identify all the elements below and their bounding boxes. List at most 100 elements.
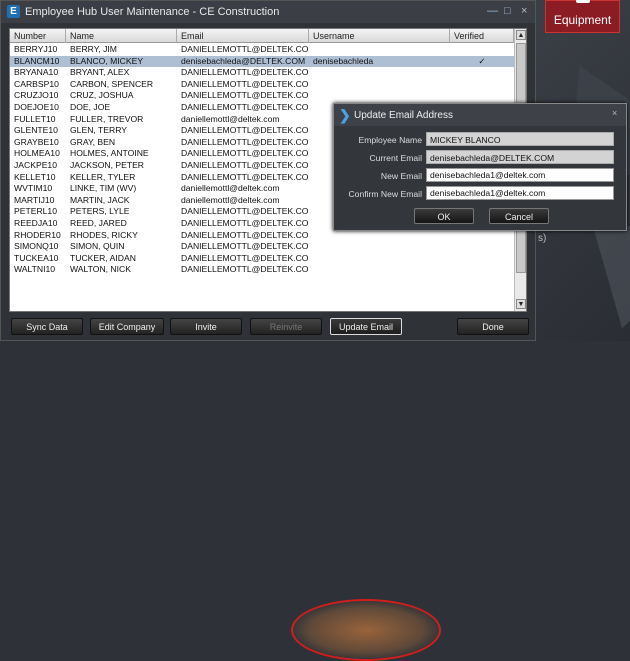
dialog-title-bar[interactable]: ❯ Update Email Address ×: [334, 104, 626, 126]
cell-verified: ✓: [478, 55, 486, 66]
maximize-icon[interactable]: □: [504, 5, 511, 17]
update-email-button[interactable]: Update Email: [330, 318, 402, 335]
cell-number: KELLET10: [14, 171, 56, 182]
cell-email: DANIELLEMOTTL@DELTEK.COM: [181, 229, 309, 240]
cell-number: WVTIM10: [14, 183, 53, 194]
employee-name-row: Employee Name MICKEY BLANCO: [334, 132, 626, 148]
table-row[interactable]: CARBSP10 CARBON, SPENCER DANIELLEMOTTL@DEL…: [10, 79, 514, 91]
cell-name: GLEN, TERRY: [70, 125, 127, 136]
table-row[interactable]: BRYANA10 BRYANT, ALEX DANIELLEMOTTL@DELTEK…: [10, 67, 514, 79]
scroll-down-icon[interactable]: ▼: [516, 299, 526, 309]
new-email-row: New Email: [334, 168, 626, 184]
cell-number: WALTNI10: [14, 264, 56, 275]
cell-name: RHODES, RICKY: [70, 229, 138, 240]
cell-email: DANIELLEMOTTL@DELTEK.COM: [181, 252, 309, 263]
scroll-up-icon[interactable]: ▲: [516, 30, 526, 40]
current-email-label: Current Email: [369, 153, 422, 163]
edit-company-button[interactable]: Edit Company: [90, 318, 164, 335]
background-text-fragment: s): [538, 233, 547, 244]
dialog-title: Update Email Address: [354, 110, 453, 121]
cell-name: KELLER, TYLER: [70, 171, 136, 182]
cell-number: JACKPE10: [14, 159, 57, 170]
cell-number: BERRYJ10: [14, 44, 58, 54]
cell-email: DANIELLEMOTTL@DELTEK.COM: [181, 148, 309, 159]
cell-name: JACKSON, PETER: [70, 159, 145, 170]
table-row[interactable]: WALTNI10 WALTON, NICK DANIELLEMOTTL@DELTEK…: [10, 264, 514, 276]
new-email-label: New Email: [380, 171, 422, 181]
current-email-row: Current Email denisebachleda@DELTEK.COM: [334, 150, 626, 166]
close-icon[interactable]: ×: [521, 5, 527, 17]
cell-username: denisebachleda: [313, 55, 374, 66]
cell-number: TUCKEA10: [14, 252, 59, 263]
column-header-username[interactable]: Username: [309, 29, 450, 43]
invite-button[interactable]: Invite: [170, 318, 242, 335]
cell-email: DANIELLEMOTTL@DELTEK.COM: [181, 159, 309, 170]
column-header-number[interactable]: Number: [10, 29, 66, 43]
cell-email: denisebachleda@DELTEK.COM: [181, 55, 306, 66]
current-email-field: denisebachleda@DELTEK.COM: [426, 150, 614, 164]
cell-email: DANIELLEMOTTL@DELTEK.COM: [181, 125, 309, 136]
cell-email: DANIELLEMOTTL@DELTEK.COM: [181, 44, 309, 54]
highlight-annotation: [291, 599, 441, 661]
cell-name: DOE, JOE: [70, 101, 111, 112]
cell-name: SIMON, QUIN: [70, 241, 125, 252]
cell-name: FULLER, TREVOR: [70, 113, 144, 124]
equipment-tile[interactable]: Equipment: [545, 0, 620, 33]
confirm-email-field[interactable]: [426, 186, 614, 200]
button-bar: Sync Data Edit Company Invite Reinvite U…: [1, 315, 535, 661]
table-row[interactable]: RHODER10 RHODES, RICKY DANIELLEMOTTL@DELTE…: [10, 230, 514, 242]
cell-number: SIMONQ10: [14, 241, 59, 252]
cell-number: GRAYBE10: [14, 136, 59, 147]
sync-data-button[interactable]: Sync Data: [11, 318, 83, 335]
cell-name: BLANCO, MICKEY: [70, 55, 144, 66]
cell-email: DANIELLEMOTTL@DELTEK.COM: [181, 136, 309, 147]
cell-email: DANIELLEMOTTL@DELTEK.COM: [181, 206, 309, 217]
ok-button[interactable]: OK: [414, 208, 474, 224]
dialog-close-icon[interactable]: ×: [612, 108, 617, 118]
cell-number: RHODER10: [14, 229, 61, 240]
cell-number: REEDJA10: [14, 217, 58, 228]
cell-number: DOEJOE10: [14, 101, 59, 112]
employee-name-label: Employee Name: [358, 135, 422, 145]
cell-number: HOLMEA10: [14, 148, 60, 159]
cell-number: BLANCM10: [14, 55, 60, 66]
cell-name: REED, JARED: [70, 217, 127, 228]
equipment-tile-label: Equipment: [553, 13, 612, 27]
table-row[interactable]: BERRYJ10 BERRY, JIM DANIELLEMOTTL@DELTEK.C…: [10, 44, 514, 56]
cell-number: BRYANA10: [14, 67, 59, 78]
cell-number: CARBSP10: [14, 78, 59, 89]
cell-name: MARTIN, JACK: [70, 194, 130, 205]
minimize-icon[interactable]: —: [487, 5, 498, 17]
cell-name: GRAY, BEN: [70, 136, 116, 147]
done-button[interactable]: Done: [457, 318, 529, 335]
cell-email: daniellemottl@deltek.com: [181, 113, 280, 124]
column-header-verified[interactable]: Verified: [450, 29, 514, 43]
cell-name: HOLMES, ANTOINE: [70, 148, 149, 159]
window-title: Employee Hub User Maintenance - CE Const…: [25, 6, 280, 18]
update-email-dialog: ❯ Update Email Address × Employee Name M…: [333, 103, 627, 231]
cell-name: BERRY, JIM: [70, 44, 117, 54]
new-email-field[interactable]: [426, 168, 614, 182]
cell-email: DANIELLEMOTTL@DELTEK.COM: [181, 217, 309, 228]
cell-number: PETERL10: [14, 206, 57, 217]
grid-header: Number Name Email Username Verified: [10, 29, 514, 43]
cancel-button[interactable]: Cancel: [489, 208, 549, 224]
cell-email: daniellemottl@deltek.com: [181, 194, 280, 205]
table-row[interactable]: BLANCM10 BLANCO, MICKEY denisebachleda@DEL…: [10, 55, 514, 68]
cell-name: TUCKER, AIDAN: [70, 252, 136, 263]
column-header-name[interactable]: Name: [66, 29, 177, 43]
equipment-icon: [576, 0, 590, 3]
cell-name: PETERS, LYLE: [70, 206, 130, 217]
table-row[interactable]: TUCKEA10 TUCKER, AIDAN DANIELLEMOTTL@DELTE…: [10, 253, 514, 265]
cell-name: WALTON, NICK: [70, 264, 131, 275]
table-row[interactable]: SIMONQ10 SIMON, QUIN DANIELLEMOTTL@DELTEK.…: [10, 241, 514, 253]
column-header-email[interactable]: Email: [177, 29, 309, 43]
table-row[interactable]: CRUZJO10 CRUZ, JOSHUA DANIELLEMOTTL@DELTEK…: [10, 90, 514, 102]
cell-email: DANIELLEMOTTL@DELTEK.COM: [181, 78, 309, 89]
title-bar[interactable]: E Employee Hub User Maintenance - CE Con…: [1, 1, 535, 23]
reinvite-button[interactable]: Reinvite: [250, 318, 322, 335]
cell-email: DANIELLEMOTTL@DELTEK.COM: [181, 241, 309, 252]
background-shape: [564, 216, 630, 344]
cell-number: GLENTE10: [14, 125, 58, 136]
chevron-right-icon: ❯: [339, 107, 351, 123]
